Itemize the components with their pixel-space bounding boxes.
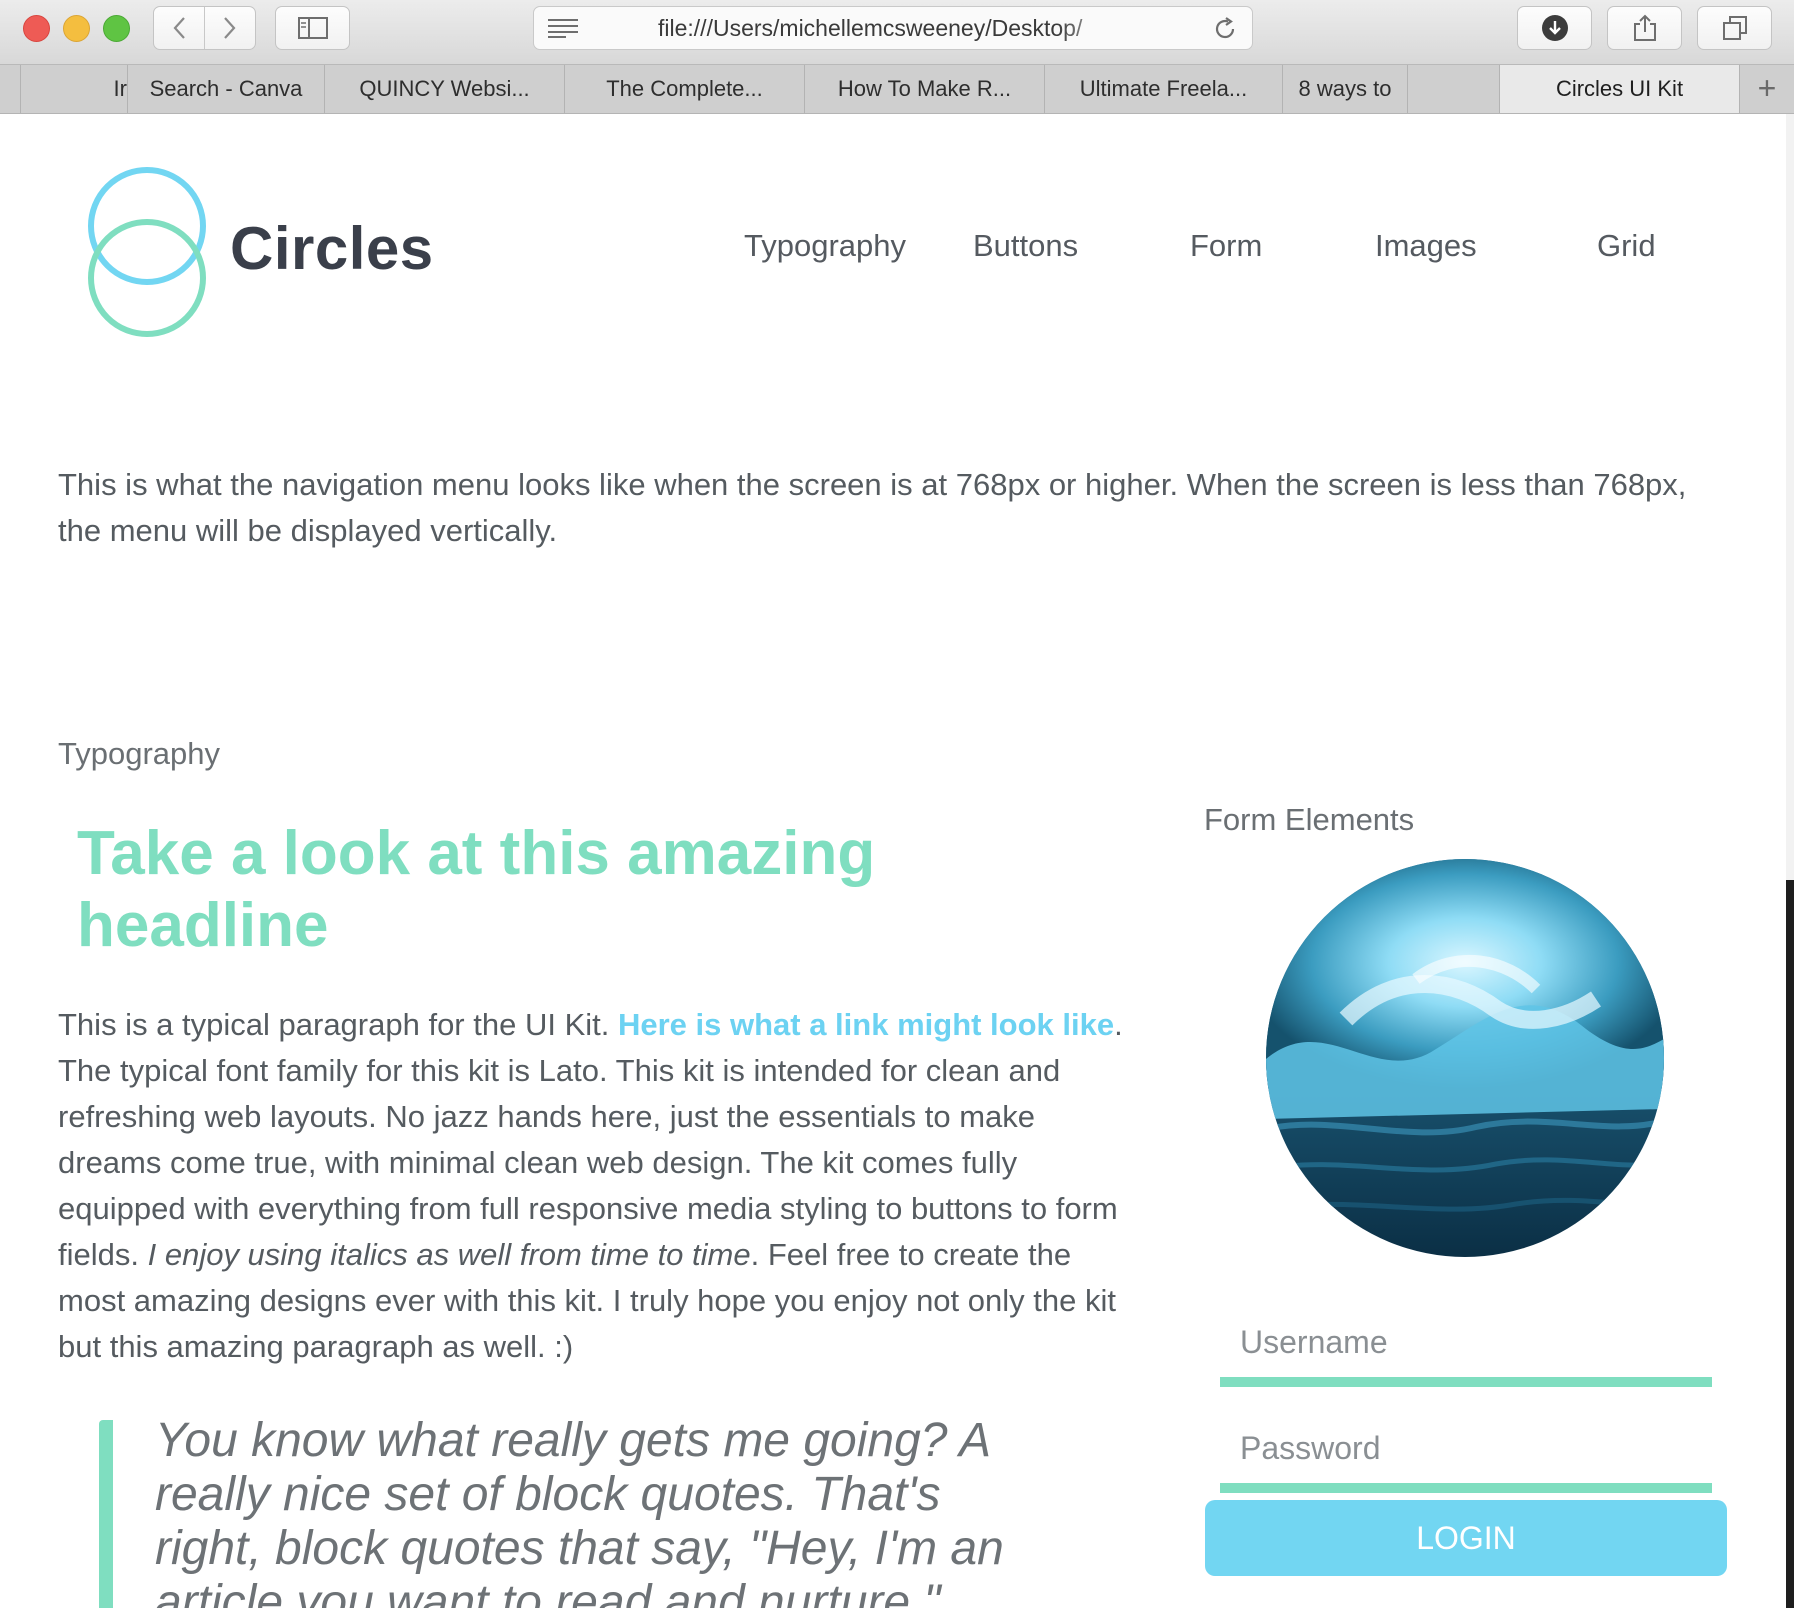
tab[interactable]: 8 ways to — [1282, 65, 1407, 113]
history-nav-group — [153, 6, 256, 50]
tab[interactable]: Ir — [20, 65, 127, 113]
address-bar[interactable]: file:///Users/michellemcsweeney/Desktop/ — [533, 6, 1253, 50]
body-paragraph: This is a typical paragraph for the UI K… — [58, 1002, 1138, 1370]
tab-bar: Ir Search - Canva QUINCY Websi... The Co… — [0, 64, 1794, 114]
sidebar-icon — [297, 17, 328, 39]
blockquote: You know what really gets me going? A re… — [155, 1414, 1004, 1608]
tab-label: 8 ways to — [1298, 76, 1392, 101]
close-window-button[interactable] — [23, 15, 50, 42]
tab-label: Search - Canva — [149, 76, 303, 101]
tabs-overview-icon — [1722, 16, 1747, 40]
intro-text: This is what the navigation menu looks l… — [58, 467, 1687, 548]
username-input[interactable] — [1220, 1307, 1712, 1387]
downloads-button[interactable] — [1517, 6, 1592, 50]
sample-link[interactable]: Here is what a link might look like — [618, 1007, 1114, 1042]
back-icon — [173, 17, 185, 39]
reader-icon[interactable] — [548, 18, 578, 38]
tab[interactable]: Ultimate Freela... — [1044, 65, 1282, 113]
tab-label: QUINCY Websi... — [359, 76, 530, 101]
browser-titlebar: file:///Users/michellemcsweeney/Desktop/ — [0, 0, 1794, 64]
headline: Take a look at this amazing headline — [77, 819, 876, 960]
reload-icon[interactable] — [1212, 16, 1238, 42]
tab[interactable] — [1407, 65, 1499, 113]
tab-label: How To Make R... — [837, 76, 1012, 101]
tab-label: Circles UI Kit — [1555, 76, 1684, 101]
tab-label: Ir — [113, 76, 127, 101]
blockquote-accent-bar — [99, 1420, 113, 1608]
tab[interactable]: The Complete... — [564, 65, 804, 113]
tab-label: The Complete... — [606, 76, 763, 101]
form-section-label: Form Elements — [1204, 802, 1415, 837]
minimize-window-button[interactable] — [63, 15, 90, 42]
share-icon — [1633, 14, 1656, 41]
forward-button[interactable] — [204, 7, 255, 49]
tab-label: Ultimate Freela... — [1079, 76, 1248, 101]
tab[interactable]: QUINCY Websi... — [324, 65, 564, 113]
password-input[interactable] — [1220, 1413, 1712, 1493]
nav-link-grid[interactable]: Grid — [1597, 228, 1656, 264]
tab[interactable]: How To Make R... — [804, 65, 1044, 113]
login-button[interactable]: LOGIN — [1205, 1500, 1727, 1576]
nav-link-form[interactable]: Form — [1190, 228, 1262, 264]
brand-name[interactable]: Circles — [230, 214, 434, 283]
back-button[interactable] — [154, 7, 204, 49]
new-tab-button[interactable]: + — [1739, 65, 1794, 113]
paragraph-text: . The typical font family for this kit i… — [58, 1007, 1123, 1272]
nav-link-buttons[interactable]: Buttons — [973, 228, 1078, 264]
forward-icon — [224, 17, 236, 39]
nav-link-typography[interactable]: Typography — [744, 228, 906, 264]
ocean-wave-image — [1266, 859, 1664, 1257]
tab-active[interactable]: Circles UI Kit — [1499, 65, 1739, 113]
window-edge-dark — [1786, 880, 1794, 1608]
nav-link-images[interactable]: Images — [1375, 228, 1477, 264]
circles-logo-icon[interactable] — [84, 166, 210, 338]
italic-text: I enjoy using italics as well from time … — [147, 1237, 751, 1272]
share-button[interactable] — [1607, 6, 1682, 50]
zoom-window-button[interactable] — [103, 15, 130, 42]
tabs-overview-button[interactable] — [1697, 6, 1772, 50]
tab[interactable]: Search - Canva — [127, 65, 324, 113]
paragraph-text: This is a typical paragraph for the UI K… — [58, 1007, 618, 1042]
new-tab-icon: + — [1757, 70, 1777, 106]
typography-section-label: Typography — [58, 736, 220, 771]
url-text[interactable]: file:///Users/michellemcsweeney/Desktop/ — [658, 7, 1128, 49]
download-icon — [1541, 15, 1568, 41]
web-page: Circles Typography Buttons Form Images G… — [0, 114, 1786, 1608]
sidebar-button[interactable] — [275, 6, 350, 50]
